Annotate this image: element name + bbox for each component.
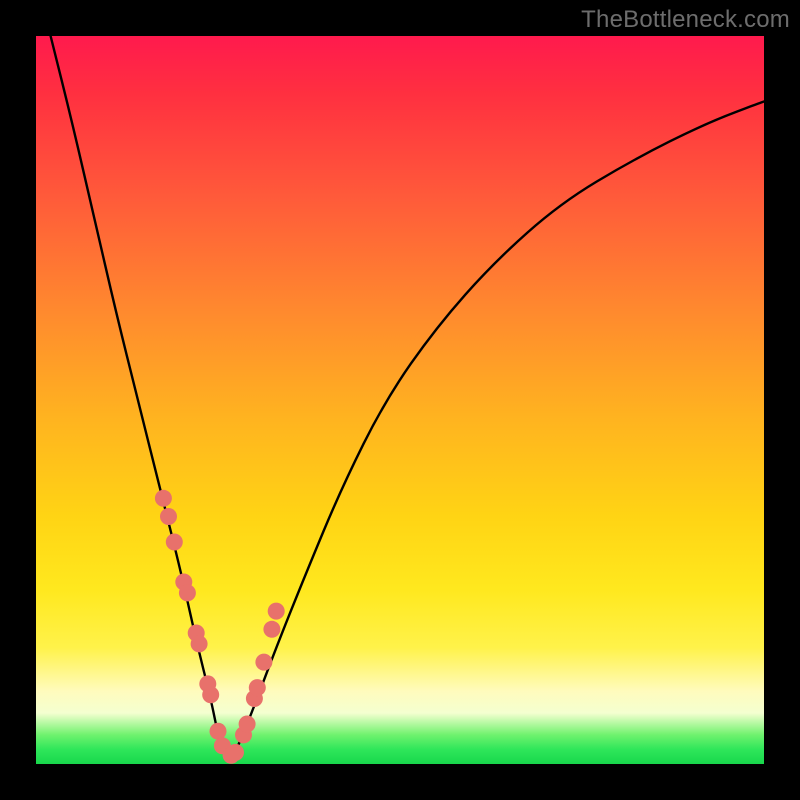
data-point-marker [268, 603, 285, 620]
data-point-marker [210, 723, 227, 740]
data-point-marker [263, 621, 280, 638]
marker-layer [155, 490, 285, 764]
data-point-marker [239, 716, 256, 733]
bottleneck-curve [51, 36, 764, 757]
data-point-marker [166, 534, 183, 551]
data-point-marker [249, 679, 266, 696]
data-point-marker [191, 635, 208, 652]
data-point-marker [179, 584, 196, 601]
data-point-marker [155, 490, 172, 507]
data-point-marker [202, 686, 219, 703]
chart-overlay [36, 36, 764, 764]
chart-root: TheBottleneck.com [0, 0, 800, 800]
watermark-label: TheBottleneck.com [581, 6, 790, 34]
data-point-marker [227, 744, 244, 761]
data-point-marker [255, 654, 272, 671]
data-point-marker [160, 508, 177, 525]
